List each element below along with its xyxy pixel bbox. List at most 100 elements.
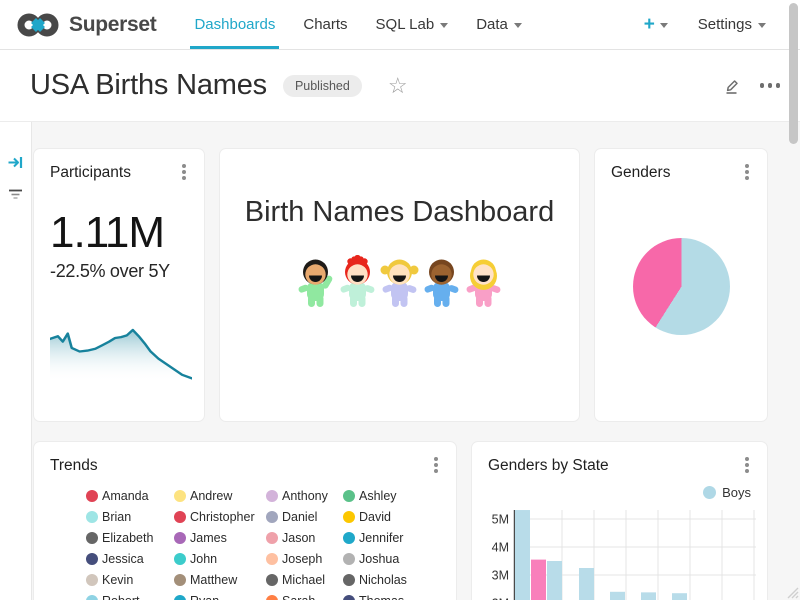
kebab-menu-icon[interactable] [745,170,749,174]
legend-item-daniel[interactable]: Daniel [266,510,343,524]
bar-boys-0[interactable] [515,510,530,600]
bar-girls-1[interactable] [531,560,546,600]
chevron-down-icon [660,23,668,28]
legend-name: Jason [282,531,315,545]
legend-dot [343,595,355,600]
card-header: Genders by State [488,457,751,475]
legend-name: Ashley [359,489,397,503]
settings-menu[interactable]: Settings [698,16,766,33]
legend-item-david[interactable]: David [343,510,433,524]
card-participants: Participants 1.11M -22.5% over 5Y [33,148,205,422]
legend-item-brian[interactable]: Brian [86,510,174,524]
bar-boys-4[interactable] [610,592,625,600]
legend-item-joshua[interactable]: Joshua [343,552,433,566]
legend-name: Anthony [282,489,328,503]
nav-item-sql-lab[interactable]: SQL Lab [362,0,463,49]
legend-name: Brian [102,510,131,524]
header-actions [723,76,773,95]
card-title: Participants [50,164,131,182]
legend-item-anthony[interactable]: Anthony [266,489,343,503]
card-markdown: Birth Names Dashboard [219,148,580,422]
legend-dot [343,574,355,586]
new-item-button[interactable]: + [644,15,668,34]
legend-name: Jessica [102,552,144,566]
filter-list-icon[interactable] [7,187,24,202]
legend-name: Andrew [190,489,232,503]
legend-item-andrew[interactable]: Andrew [174,489,266,503]
legend-name: Michael [282,573,325,587]
legend-item-jessica[interactable]: Jessica [86,552,174,566]
bar-chart-legend[interactable]: Boys [488,485,751,500]
legend-item-matthew[interactable]: Matthew [174,573,266,587]
resize-grip-icon[interactable] [782,582,799,599]
legend-item-james[interactable]: James [174,531,266,545]
legend-name: Kevin [102,573,133,587]
card-title: Trends [50,457,98,475]
card-title: Genders by State [488,457,609,475]
legend-item-michael[interactable]: Michael [266,573,343,587]
nav-item-data[interactable]: Data [462,0,536,49]
more-options-icon[interactable] [768,83,773,88]
legend-name: Daniel [282,510,317,524]
favorite-star-icon[interactable]: ☆ [388,75,408,97]
legend-name: Amanda [102,489,149,503]
superset-dashboard-app: Superset Dashboards Charts SQL Lab Data … [0,0,800,600]
bar-boys-6[interactable] [672,593,687,600]
nav-item-dashboards[interactable]: Dashboards [180,0,289,49]
kebab-menu-icon[interactable] [745,463,749,467]
card-genders-by-state: Genders by State Boys 5M4M3M2M1M [471,441,768,600]
kebab-menu-icon[interactable] [182,170,186,174]
legend-item-christopher[interactable]: Christopher [174,510,266,524]
baby-emojis-row [236,255,563,313]
superset-logo[interactable]: Superset [0,0,156,49]
legend-name: Sarah [282,594,315,600]
legend-name: James [190,531,227,545]
legend-item-kevin[interactable]: Kevin [86,573,174,587]
baby-mint-icon [337,255,378,313]
nav-item-label: Data [476,16,508,33]
expand-filter-bar-icon[interactable] [7,154,24,171]
legend-dot [86,574,98,586]
legend-dot [343,490,355,502]
legend-item-ryan[interactable]: Ryan [174,594,266,600]
legend-item-nicholas[interactable]: Nicholas [343,573,433,587]
legend-dot [86,511,98,523]
chevron-down-icon [514,23,522,28]
brand-name: Superset [69,13,156,37]
chevron-down-icon [440,23,448,28]
nav-item-label: SQL Lab [376,16,435,33]
legend-item-ashley[interactable]: Ashley [343,489,433,503]
legend-name: Joseph [282,552,322,566]
legend-item-jennifer[interactable]: Jennifer [343,531,433,545]
filter-bar-collapsed [0,122,32,600]
edit-pencil-icon[interactable] [723,76,742,95]
big-number-delta: -22.5% over 5Y [50,261,188,282]
page-scrollbar[interactable] [789,3,798,144]
legend-item-robert[interactable]: Robert [86,594,174,600]
markdown-heading: Birth Names Dashboard [236,196,563,229]
legend-item-amanda[interactable]: Amanda [86,489,174,503]
legend-item-sarah[interactable]: Sarah [266,594,343,600]
kebab-menu-icon[interactable] [434,463,438,467]
baby-green-icon [295,255,336,313]
legend-item-thomas[interactable]: Thomas [343,594,433,600]
baby-pink-icon [463,255,504,313]
bar-boys-3[interactable] [579,568,594,600]
legend-item-elizabeth[interactable]: Elizabeth [86,531,174,545]
bar-boys-2[interactable] [547,561,562,600]
legend-item-john[interactable]: John [174,552,266,566]
legend-dot [343,511,355,523]
legend-dot [86,553,98,565]
settings-label: Settings [698,16,752,33]
nav-item-charts[interactable]: Charts [289,0,361,49]
legend-item-joseph[interactable]: Joseph [266,552,343,566]
card-genders: Genders [594,148,768,422]
status-badge: Published [283,75,362,97]
card-header: Trends [50,457,440,475]
card-title: Genders [611,164,670,182]
nav-right: + Settings [644,0,800,49]
bar-boys-5[interactable] [641,592,656,600]
superset-infinity-icon [16,11,60,39]
svg-text:4M: 4M [492,541,509,555]
legend-item-jason[interactable]: Jason [266,531,343,545]
